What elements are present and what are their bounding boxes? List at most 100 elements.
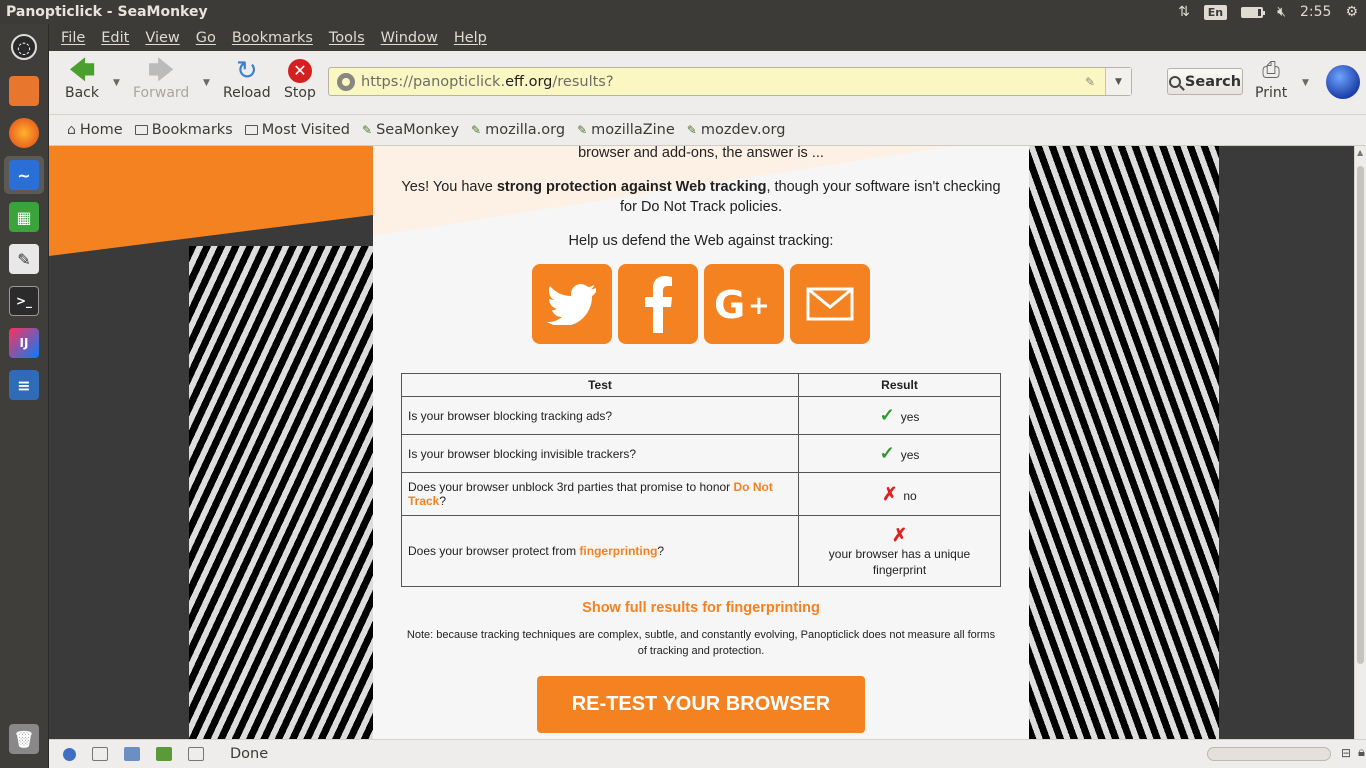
show-full-results-link[interactable]: Show full results for fingerprinting <box>373 600 1029 616</box>
test-cell: Does your browser unblock 3rd parties th… <box>401 472 799 516</box>
page-action-icon[interactable]: ✎ <box>1085 75 1095 89</box>
scroll-up-icon[interactable]: ▲ <box>1357 148 1363 157</box>
fingerprint-pattern-right <box>1029 146 1219 739</box>
fingerprint-pattern-left <box>189 246 389 739</box>
scrollbar-thumb[interactable] <box>1357 166 1364 664</box>
vertical-scrollbar[interactable]: ▲ <box>1354 146 1366 739</box>
url-text[interactable]: https://panopticlick.eff.org/results? <box>361 74 614 90</box>
battery-icon[interactable] <box>1241 6 1266 18</box>
launcher-trash-button[interactable]: 🗑︎ <box>4 720 44 758</box>
bookmark-seamonkey[interactable]: ✎ SeaMonkey <box>362 122 459 138</box>
launcher-calc-button[interactable]: ▦ <box>4 198 44 236</box>
network-icon[interactable]: ⇅ <box>1178 4 1190 20</box>
bookmark-home[interactable]: ⌂ Home <box>67 122 123 138</box>
seamonkey-icon: ~ <box>9 160 39 190</box>
seamonkey-throbber-icon[interactable] <box>1326 65 1360 99</box>
print-options-dropdown[interactable]: ▼ <box>1302 78 1309 88</box>
launcher-terminal-button[interactable]: >_ <box>4 282 44 320</box>
system-top-bar: Panopticlick - SeaMonkey ⇅ En 🔇︎ 2:55 ⚙ <box>0 0 1366 24</box>
share-facebook-button[interactable] <box>618 264 698 344</box>
menu-bookmarks[interactable]: Bookmarks <box>232 30 313 46</box>
test-cell: Is your browser blocking invisible track… <box>401 434 799 473</box>
status-bar: Done ⊟ 🔒︎ <box>49 739 1366 768</box>
stop-icon: ✕ <box>285 57 315 85</box>
unity-launcher: ◌ ~ ▦ ✎ >_ IJ ≡ 🗑︎ <box>0 24 49 768</box>
trash-icon: 🗑︎ <box>9 724 39 754</box>
bookmarks-toolbar: ⌂ Home Bookmarks Most Visited ✎ SeaMonkey … <box>49 115 1366 146</box>
menu-bar: File Edit View Go Bookmarks Tools Window… <box>49 24 1366 51</box>
share-twitter-button[interactable] <box>532 264 612 344</box>
printer-icon: ⎙ <box>1262 58 1280 83</box>
bookmark-link-icon: ✎ <box>577 123 588 137</box>
settings-gear-icon[interactable]: ⚙ <box>1345 4 1358 20</box>
launcher-firefox-button[interactable] <box>4 114 44 152</box>
url-history-dropdown[interactable]: ▼ <box>1105 68 1131 95</box>
menu-edit[interactable]: Edit <box>101 30 129 46</box>
menu-window[interactable]: Window <box>381 30 438 46</box>
bookmark-most-visited[interactable]: Most Visited <box>244 122 350 138</box>
site-identity-icon[interactable] <box>337 72 355 91</box>
menu-help[interactable]: Help <box>454 30 487 46</box>
keyboard-layout-indicator[interactable]: En <box>1203 4 1228 20</box>
terminal-icon: >_ <box>9 286 39 316</box>
share-buttons: G + <box>373 264 1029 344</box>
forward-arrow-icon: 🡆 <box>147 56 175 86</box>
bookmark-bookmarks[interactable]: Bookmarks <box>134 122 233 138</box>
table-row: Is your browser blocking tracking ads? ✓… <box>401 396 1001 435</box>
forward-history-dropdown[interactable]: ▼ <box>203 78 210 88</box>
text-editor-icon: ✎ <box>9 244 39 274</box>
launcher-text-editor-button[interactable]: ✎ <box>4 240 44 278</box>
back-button[interactable]: 🡄 Back <box>65 57 99 101</box>
result-cell: ✗ no <box>798 472 1001 516</box>
share-email-button[interactable] <box>790 264 870 344</box>
forward-label: Forward <box>133 85 190 101</box>
composer-icon[interactable] <box>124 747 140 761</box>
url-bar[interactable]: https://panopticlick.eff.org/results? ✎ … <box>328 67 1132 96</box>
folder-icon <box>134 125 148 135</box>
bookmark-link-icon: ✎ <box>686 123 697 137</box>
reload-icon: ↻ <box>235 56 258 86</box>
launcher-seamonkey-button[interactable]: ~ <box>4 156 44 194</box>
files-folder-icon <box>9 76 39 106</box>
navigation-toolbar: 🡄 Back ▼ 🡆 Forward ▼ ↻ Reload ✕ Stop htt… <box>49 51 1366 115</box>
clock[interactable]: 2:55 <box>1300 4 1331 20</box>
volume-muted-icon[interactable]: 🔇︎ <box>1277 4 1286 20</box>
retest-browser-button[interactable]: RE-TEST YOUR BROWSER <box>537 676 865 733</box>
web-content: browser and add-ons, the answer is ... Y… <box>49 146 1354 739</box>
fingerprinting-link[interactable]: fingerprinting <box>579 544 657 558</box>
bookmark-mozilla[interactable]: ✎ mozilla.org <box>471 122 565 138</box>
intro-text: browser and add-ons, the answer is ... <box>578 146 824 161</box>
back-history-dropdown[interactable]: ▼ <box>113 78 120 88</box>
folder-icon <box>244 125 258 135</box>
menu-view[interactable]: View <box>145 30 179 46</box>
online-status-icon[interactable]: ⊟ <box>1341 746 1351 760</box>
launcher-files-button[interactable] <box>4 72 44 110</box>
email-icon <box>806 287 854 321</box>
back-label: Back <box>65 85 99 101</box>
system-tray: ⇅ En 🔇︎ 2:55 ⚙ <box>1178 4 1366 20</box>
results-table-header: Test Result <box>401 373 1001 397</box>
forward-button[interactable]: 🡆 Forward <box>133 57 189 101</box>
stop-button[interactable]: ✕ Stop <box>284 57 316 101</box>
menu-tools[interactable]: Tools <box>329 30 365 46</box>
share-google-plus-button[interactable]: G + <box>704 264 784 344</box>
spreadsheet-icon: ▦ <box>9 202 39 232</box>
reload-button[interactable]: ↻ Reload <box>223 57 271 101</box>
launcher-dash-button[interactable]: ◌ <box>4 28 44 66</box>
mail-envelope-icon[interactable] <box>92 747 108 761</box>
menu-file[interactable]: File <box>61 30 85 46</box>
chatzilla-icon[interactable] <box>188 747 204 761</box>
browser-globe-icon[interactable] <box>63 747 76 761</box>
cross-icon: ✗ <box>882 483 898 504</box>
back-arrow-icon: 🡄 <box>68 56 96 86</box>
bookmark-mozillazine[interactable]: ✎ mozillaZine <box>577 122 675 138</box>
menu-go[interactable]: Go <box>196 30 216 46</box>
security-lock-icon[interactable]: 🔒︎ <box>1358 745 1365 760</box>
address-book-icon[interactable] <box>156 747 172 761</box>
search-button[interactable]: Search <box>1167 68 1243 95</box>
launcher-intellij-button[interactable]: IJ <box>4 324 44 362</box>
print-button[interactable]: ⎙ Print <box>1255 57 1287 102</box>
launcher-writer-button[interactable]: ≡ <box>4 366 44 404</box>
column-header-result: Result <box>798 373 1001 397</box>
bookmark-mozdev[interactable]: ✎ mozdev.org <box>687 122 786 138</box>
